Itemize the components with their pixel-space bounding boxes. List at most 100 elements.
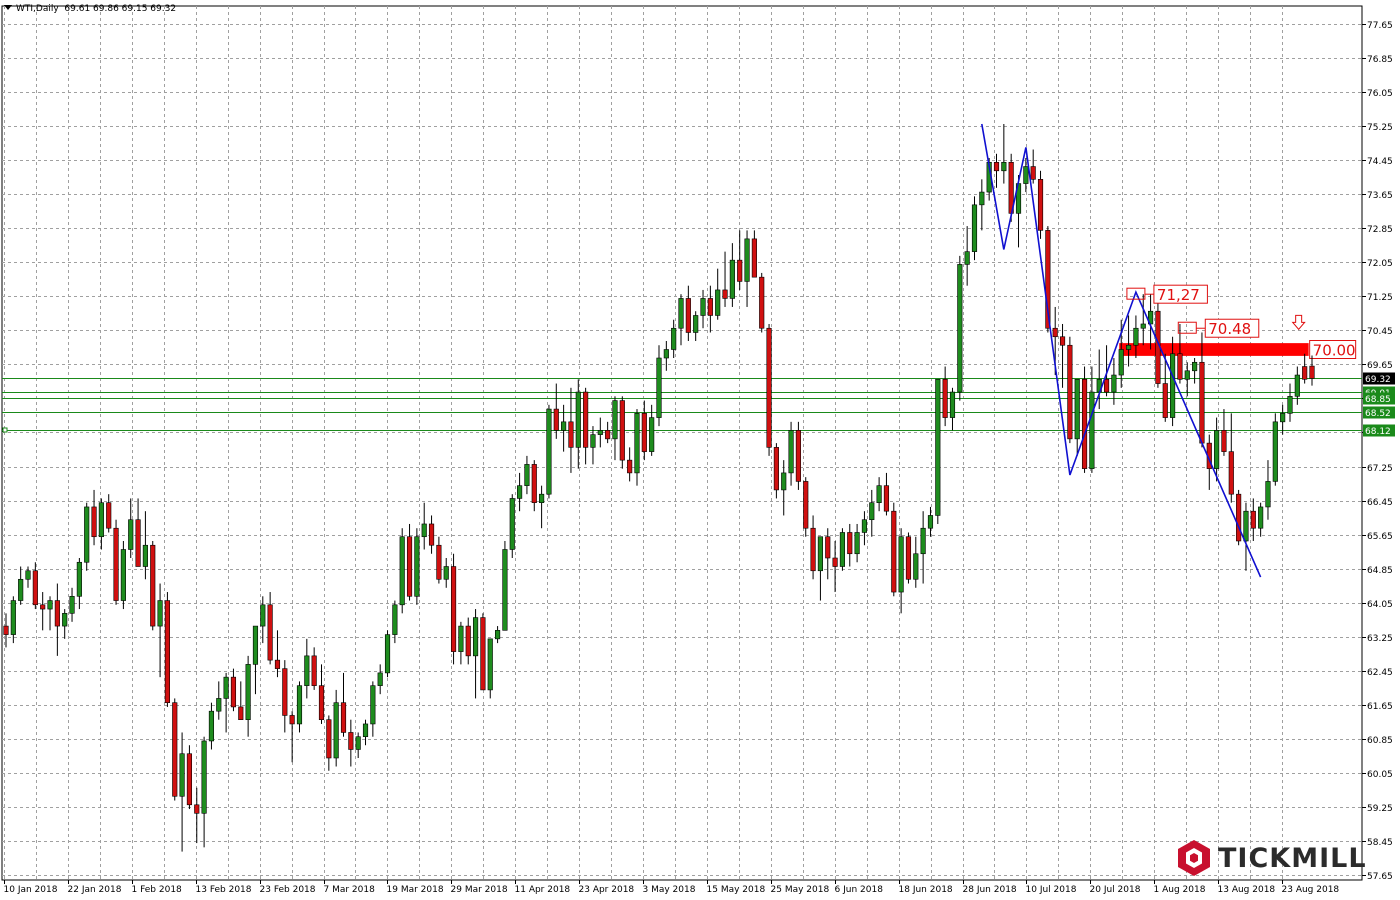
candle-body-bull [1133, 327, 1139, 346]
candle-body-bear [348, 732, 354, 750]
candle-body-bear [1199, 361, 1205, 444]
candle-body-bull [1214, 430, 1220, 469]
tickmill-logo: TICKMILL [1176, 838, 1367, 878]
candle-body-bear [436, 544, 442, 580]
candle-body-bull [47, 600, 53, 610]
candle-body-bull [1258, 506, 1264, 529]
x-tick-label: 23 Aug 2018 [1282, 885, 1340, 895]
candle-body-bull [700, 298, 706, 316]
price-chart[interactable]: 77.65 76.85 76.05 75.25 74.45 73.65 72.85 72.05… [0, 0, 1400, 900]
candle [839, 528, 846, 571]
candle-body-bull [502, 549, 508, 631]
candle-body-bull [458, 625, 464, 652]
candle-body-bear [450, 566, 457, 652]
level-tag-text: 69.32 [1365, 375, 1391, 385]
candle-body-bear [1302, 366, 1308, 380]
candle-body-bear [406, 536, 413, 597]
candle-body-bear [773, 447, 779, 491]
candle-body-bull [744, 238, 750, 282]
candle-body-bull [898, 536, 904, 593]
candle-body-bull [1272, 421, 1278, 482]
candle [487, 638, 493, 699]
candle-body-bear [318, 685, 325, 720]
candle-body-bull [120, 549, 126, 601]
candle-body-bull [590, 434, 596, 448]
candle-body-bull [472, 617, 479, 657]
candle-body-bull [979, 191, 985, 206]
candle-body-bear [1081, 378, 1088, 469]
candle-body-bull [1294, 374, 1300, 397]
candle [172, 698, 178, 801]
candle-body-bull [561, 421, 567, 431]
x-tick-label: 13 Feb 2018 [196, 885, 252, 895]
header-ohlc: 69.61 69.86 69.15 69.32 [64, 4, 177, 14]
x-tick-label: 10 Jul 2018 [1026, 885, 1077, 895]
candle-body-bull [443, 566, 449, 580]
candle [164, 592, 170, 707]
candle-body-bull [1170, 353, 1176, 418]
candle-body-bear [1103, 378, 1110, 393]
candle-body-bull [671, 327, 677, 350]
y-tick-label: 72.85 [1367, 225, 1393, 235]
candle-body-bear [891, 510, 897, 593]
candle-body-bull [260, 604, 266, 627]
candle-body-bear [3, 625, 9, 635]
candle-body-bear [568, 421, 574, 448]
candle-body-bull [575, 391, 581, 448]
candle-body-bull [517, 485, 523, 499]
zone-label: 70.00 [1313, 342, 1356, 360]
candle-body-bull [1089, 391, 1095, 469]
candle [546, 404, 552, 499]
candle-body-bear [1037, 179, 1044, 231]
candle-body-bear [428, 523, 435, 546]
candle-body-bull [927, 515, 934, 529]
x-tick-label: 1 Aug 2018 [1154, 885, 1206, 895]
candle-body-bear [480, 617, 486, 691]
candle-body-bear [707, 298, 713, 316]
candle-body-bull [157, 600, 163, 627]
header-dropdown-icon[interactable] [4, 5, 12, 10]
candle-body-bull [913, 553, 919, 580]
candle-body-bear [40, 604, 46, 610]
y-tick-label: 72.05 [1367, 259, 1393, 269]
candle-body-bull [957, 264, 963, 393]
candle [1272, 413, 1278, 486]
x-tick-label: 6 Jun 2018 [835, 885, 884, 895]
candle-body-bull [612, 400, 618, 440]
candle-body-bull [392, 604, 398, 635]
candle [905, 532, 912, 584]
candle-body-bull [949, 391, 956, 418]
x-tick-label: 25 May 2018 [771, 885, 830, 895]
candle-body-bull [76, 561, 82, 597]
candle-body-bull [876, 485, 882, 503]
candle-body-bull [208, 710, 215, 742]
y-tick-label: 71.25 [1367, 293, 1393, 303]
y-tick-label: 57.65 [1367, 872, 1393, 882]
peak1-label: 71,27 [1157, 286, 1200, 304]
candle-body-bear [605, 430, 611, 440]
candle-body-bear [553, 408, 559, 431]
candle-body-bear [1052, 327, 1058, 338]
candle-body-bear [619, 400, 625, 461]
candle-body-bull [495, 630, 501, 640]
candle-body-bear [847, 532, 853, 555]
candle-body-bear [583, 391, 589, 448]
candle-body-bull [69, 595, 75, 614]
candle-body-bear [238, 706, 244, 720]
candle-body-bear [737, 259, 743, 282]
candle-body-bull [201, 740, 207, 814]
candle-body-bull [663, 349, 669, 359]
candle-body-bull [10, 600, 16, 635]
candle [759, 272, 765, 333]
candle-body-bull [971, 204, 978, 252]
candle-body-bear [465, 625, 471, 657]
candle-body-bull [693, 315, 699, 333]
candle-body-bull [421, 523, 427, 538]
y-tick-label: 60.85 [1367, 736, 1393, 746]
y-tick-label: 67.25 [1367, 464, 1393, 474]
candle [1067, 336, 1073, 444]
candle-body-bull [355, 736, 361, 750]
candle-body-bear [340, 702, 347, 733]
y-tick-label: 77.65 [1367, 21, 1393, 31]
candle-body-bull [128, 519, 134, 550]
